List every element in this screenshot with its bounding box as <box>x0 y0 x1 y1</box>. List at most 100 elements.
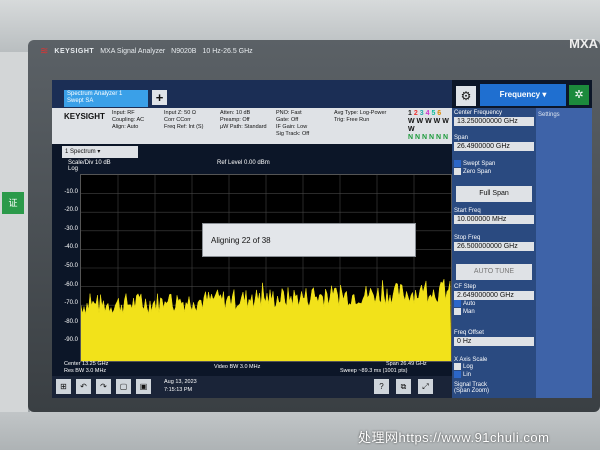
sig-track-text: Sig Track: Off <box>276 131 310 137</box>
input-text: Input: RF <box>112 110 135 116</box>
trace-5-num: 5 <box>431 110 436 117</box>
brand-bar: ≋ KEYSIGHT MXA Signal Analyzer N9020B 10… <box>40 36 600 60</box>
freq-range: 10 Hz-26.5 GHz <box>202 47 253 55</box>
cf-step-key[interactable]: CF Step 2.649000000 GHz Auto Man <box>454 284 534 316</box>
plot-footer: Center 13.25 GHz Res BW 3.0 MHz Video BW… <box>64 361 452 377</box>
swept-span-label: Swept Span <box>463 161 496 168</box>
scale-info: Scale/Div 10 dB Log <box>68 160 111 172</box>
stop-freq-key[interactable]: Stop Freq 26.500000000 GHz <box>454 235 534 251</box>
start-freq-key[interactable]: Start Freq 10.000000 MHz <box>454 208 534 224</box>
alignment-dialog: Aligning 22 of 38 <box>202 223 416 257</box>
trace-4-num: 4 <box>425 110 430 117</box>
swept-zero-span-key[interactable]: Swept Span Zero Span <box>454 160 534 176</box>
time-text: 7:15:13 PM <box>164 387 193 393</box>
scale-log-text: Log <box>68 166 79 172</box>
help-icon[interactable]: ? <box>374 379 389 394</box>
res-bw-readout: Res BW 3.0 MHz <box>64 368 107 374</box>
signal-track-key[interactable]: Signal Track (Span Zoom) <box>454 382 534 395</box>
control-bar: ⚙ Frequency ▾ ✲ <box>456 84 592 108</box>
coupling-text: Coupling: AC <box>112 117 145 123</box>
auto-tune-button[interactable]: AUTO TUNE <box>456 264 532 280</box>
zero-span-box <box>454 168 461 176</box>
preamp-text: Preamp: Off <box>220 117 250 123</box>
video-bw-readout: Video BW 3.0 MHz <box>214 364 261 370</box>
cf-man-label: Man <box>463 309 475 316</box>
trace-6-num: 6 <box>437 110 442 117</box>
stop-freq-value[interactable]: 26.500000000 GHz <box>454 242 534 251</box>
tab-spectrum-analyzer[interactable]: Spectrum Analyzer 1 Swept SA <box>64 90 148 107</box>
watermark: 处理网https://www.91chuli.com <box>358 430 550 445</box>
y-tick-label: -80.0 <box>64 318 78 325</box>
x-lin-box <box>454 371 461 379</box>
model-number: N9020B <box>171 47 197 55</box>
cf-step-label: CF Step <box>454 284 477 290</box>
cf-auto-box <box>454 300 461 307</box>
align-text: Align: Auto <box>112 124 139 130</box>
datetime: Aug 13, 2023 7:15:13 PM <box>164 378 206 396</box>
avg-type-text: Avg Type: Log-Power <box>334 110 387 116</box>
y-tick-label: -10.0 <box>64 188 78 195</box>
settings-tab[interactable]: Settings <box>538 112 560 118</box>
trace-label: 1 Spectrum <box>65 149 96 155</box>
status-brand: KEYSIGHT <box>64 112 105 121</box>
add-tab-button[interactable]: + <box>152 90 167 105</box>
trace-type-row: W W W W W W <box>408 118 449 133</box>
span-value[interactable]: 26.4900000 GHz <box>454 142 534 151</box>
side-device: 证 <box>0 52 30 412</box>
center-freq-readout: Center 13.25 GHz <box>64 361 109 367</box>
center-frequency-key[interactable]: Center Frequency 13.250000000 GHz <box>454 110 534 126</box>
settings-sidebar <box>536 108 592 398</box>
start-freq-value[interactable]: 10.000000 MHz <box>454 215 534 224</box>
zero-span-label: Zero Span <box>463 169 492 176</box>
date-text: Aug 13, 2023 <box>164 379 197 385</box>
series-label: MXA <box>569 36 598 51</box>
taskbar: ⊞ ↶ ↷ ▢ ▣ Aug 13, 2023 7:15:13 PM ? ⧉ ⤢ <box>52 376 452 398</box>
y-tick-label: -40.0 <box>64 244 78 251</box>
avg-info: Avg Type: Log-Power Trig: Free Run <box>334 110 386 124</box>
center-frequency-label: Center Frequency <box>454 110 503 116</box>
pno-info: PNO: Fast Gate: Off IF Gain: Low Sig Tra… <box>276 110 309 138</box>
keysight-logo-icon: ≋ <box>40 45 49 57</box>
trig-text: Trig: Free Run <box>334 117 370 123</box>
fullscreen-icon[interactable]: ⤢ <box>418 379 433 394</box>
windows-icon[interactable]: ⊞ <box>56 379 71 394</box>
start-freq-label: Start Freq <box>454 208 481 214</box>
tab-strip: Spectrum Analyzer 1 Swept SA + <box>52 80 452 108</box>
run-status-button[interactable]: ✲ <box>569 85 589 105</box>
settings-wrench-button[interactable]: ⚙ <box>456 86 476 106</box>
if-gain-text: IF Gain: Low <box>276 124 308 130</box>
y-tick-label: -70.0 <box>64 300 78 307</box>
frequency-menu-button[interactable]: Frequency ▾ <box>480 84 566 106</box>
freq-offset-value[interactable]: 0 Hz <box>454 337 534 346</box>
trace-1-num: 1 <box>408 110 412 117</box>
tab-title: Spectrum Analyzer 1 <box>67 91 123 97</box>
trace-dropdown[interactable]: 1 Spectrum ▾ <box>62 146 138 158</box>
full-span-button[interactable]: Full Span <box>456 186 532 202</box>
save-icon[interactable]: ▣ <box>136 379 151 394</box>
y-tick-label: -30.0 <box>64 225 78 232</box>
center-frequency-value[interactable]: 13.250000000 GHz <box>454 117 534 126</box>
sweep-readout: Sweep ~89.3 ms (1001 pts) <box>340 368 408 374</box>
undo-icon[interactable]: ↶ <box>76 379 91 394</box>
window-icon[interactable]: ⧉ <box>396 379 411 394</box>
span-label: Span <box>454 135 469 141</box>
cf-man-box <box>454 308 461 316</box>
x-axis-scale-key[interactable]: X Axis Scale Log Lin <box>454 357 534 379</box>
trace-indicator: 1 2 3 4 5 6 W W W W W W N N N N N N <box>408 110 452 142</box>
model-name: MXA Signal Analyzer <box>100 47 166 55</box>
cf-step-value[interactable]: 2.649000000 GHz <box>454 291 534 300</box>
cf-auto-label: Auto <box>463 301 476 308</box>
span-key[interactable]: Span 26.4900000 GHz <box>454 135 534 151</box>
file-icon[interactable]: ▢ <box>116 379 131 394</box>
tab-subtitle: Swept SA <box>67 98 94 104</box>
redo-icon[interactable]: ↷ <box>96 379 111 394</box>
pno-text: PNO: Fast <box>276 110 302 116</box>
x-log-label: Log <box>463 364 474 371</box>
freq-offset-key[interactable]: Freq Offset 0 Hz <box>454 330 534 346</box>
brand-name: KEYSIGHT <box>54 47 95 55</box>
trace-det-row: N N N N N N <box>408 134 449 141</box>
input-z-text: Input Z: 50 Ω <box>164 110 196 116</box>
frequency-softkey-panel: Settings Center Frequency 13.250000000 G… <box>452 108 592 398</box>
corr-text: Corr CCorr <box>164 117 191 123</box>
gate-text: Gate: Off <box>276 117 299 123</box>
